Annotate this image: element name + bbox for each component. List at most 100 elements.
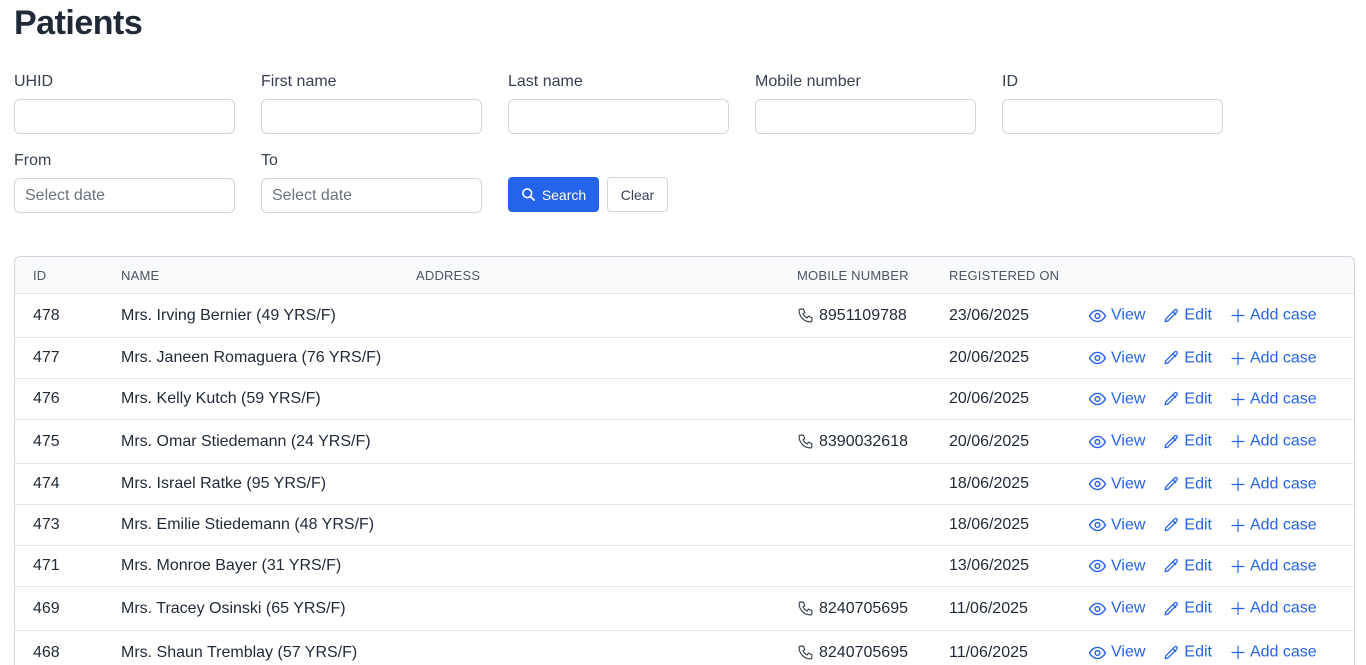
last-name-input[interactable] xyxy=(508,99,729,134)
search-button-label: Search xyxy=(541,186,587,203)
id-input[interactable] xyxy=(1002,99,1223,134)
view-label: View xyxy=(1111,390,1146,407)
row-actions: View Edit Add case xyxy=(1088,557,1317,576)
view-label: View xyxy=(1111,432,1146,450)
row-registered: 20/06/2025 xyxy=(949,432,1030,450)
edit-link[interactable]: Edit xyxy=(1163,600,1212,618)
from-date-input[interactable] xyxy=(14,178,235,213)
row-mobile: 8240705695 xyxy=(797,644,908,662)
add-case-link[interactable]: Add case xyxy=(1230,516,1317,534)
row-actions: View Edit Add case xyxy=(1088,390,1317,409)
add-case-link[interactable]: Add case xyxy=(1230,307,1317,325)
mobile-input[interactable] xyxy=(755,99,976,134)
edit-label: Edit xyxy=(1184,516,1212,533)
edit-link[interactable]: Edit xyxy=(1163,433,1212,451)
eye-icon xyxy=(1088,309,1107,322)
row-id: 476 xyxy=(33,390,60,407)
table-header: ID NAME ADDRESS MOBILE NUMBER REGISTERED… xyxy=(15,257,1354,294)
add-case-link[interactable]: Add case xyxy=(1230,349,1317,367)
edit-label: Edit xyxy=(1184,557,1212,574)
clear-button[interactable]: Clear xyxy=(607,177,668,212)
plus-icon xyxy=(1231,477,1245,491)
row-registered: 13/06/2025 xyxy=(949,557,1030,574)
row-id: 473 xyxy=(33,516,60,533)
row-name: Mrs. Irving Bernier (49 YRS/F) xyxy=(121,306,336,324)
row-registered: 18/06/2025 xyxy=(949,516,1030,533)
add-case-link[interactable]: Add case xyxy=(1230,390,1317,408)
view-link[interactable]: View xyxy=(1088,306,1145,325)
table-row: 473 Mrs. Emilie Stiedemann (48 YRS/F) 18… xyxy=(15,505,1354,546)
edit-link[interactable]: Edit xyxy=(1163,475,1212,493)
edit-link[interactable]: Edit xyxy=(1163,644,1212,662)
mobile-number: 8390032618 xyxy=(819,432,908,450)
row-name: Mrs. Monroe Bayer (31 YRS/F) xyxy=(121,557,342,574)
row-name: Mrs. Emilie Stiedemann (48 YRS/F) xyxy=(121,516,375,533)
row-name: Mrs. Omar Stiedemann (24 YRS/F) xyxy=(121,432,371,450)
pencil-icon xyxy=(1164,517,1179,532)
column-mobile: MOBILE NUMBER xyxy=(797,268,909,283)
edit-link[interactable]: Edit xyxy=(1163,390,1212,408)
row-name: Mrs. Shaun Tremblay (57 YRS/F) xyxy=(121,643,358,661)
clear-button-label: Clear xyxy=(620,186,655,203)
pencil-icon xyxy=(1164,434,1179,448)
add-case-link[interactable]: Add case xyxy=(1230,600,1317,618)
row-name: Mrs. Kelly Kutch (59 YRS/F) xyxy=(121,390,321,407)
patients-table: ID NAME ADDRESS MOBILE NUMBER REGISTERED… xyxy=(14,256,1355,665)
pencil-icon xyxy=(1164,558,1179,573)
row-actions: View Edit Add case xyxy=(1088,432,1317,451)
view-link[interactable]: View xyxy=(1088,390,1145,409)
plus-icon xyxy=(1231,645,1245,660)
view-label: View xyxy=(1111,349,1146,366)
view-link[interactable]: View xyxy=(1088,599,1145,618)
edit-link[interactable]: Edit xyxy=(1163,349,1212,367)
view-link[interactable]: View xyxy=(1088,643,1145,662)
view-link[interactable]: View xyxy=(1088,432,1145,451)
edit-link[interactable]: Edit xyxy=(1163,557,1212,575)
eye-icon xyxy=(1088,351,1107,365)
table-row: 474 Mrs. Israel Ratke (95 YRS/F) 18/06/2… xyxy=(15,464,1354,505)
pencil-icon xyxy=(1164,308,1179,322)
uhid-filter: UHID xyxy=(14,73,235,134)
view-link[interactable]: View xyxy=(1088,475,1145,494)
mobile-number: 8240705695 xyxy=(819,643,908,661)
from-label: From xyxy=(14,152,52,169)
column-address: ADDRESS xyxy=(416,268,481,283)
first-name-label: First name xyxy=(261,73,337,90)
add-case-label: Add case xyxy=(1249,349,1317,366)
view-link[interactable]: View xyxy=(1088,516,1145,535)
plus-icon xyxy=(1231,308,1245,323)
add-case-link[interactable]: Add case xyxy=(1230,433,1317,451)
to-date-input[interactable] xyxy=(261,178,482,213)
add-case-link[interactable]: Add case xyxy=(1230,475,1317,493)
plus-icon xyxy=(1231,518,1245,532)
row-id: 471 xyxy=(33,557,60,574)
row-actions: View Edit Add case xyxy=(1088,516,1317,535)
row-mobile: 8951109788 xyxy=(797,307,907,325)
row-id: 475 xyxy=(33,432,60,450)
edit-link[interactable]: Edit xyxy=(1163,307,1212,325)
first-name-input[interactable] xyxy=(261,99,482,134)
table-row: 477 Mrs. Janeen Romaguera (76 YRS/F) 20/… xyxy=(15,338,1354,379)
edit-link[interactable]: Edit xyxy=(1163,516,1212,534)
uhid-input[interactable] xyxy=(14,99,235,134)
view-label: View xyxy=(1111,599,1146,617)
table-row: 478 Mrs. Irving Bernier (49 YRS/F) 89511… xyxy=(15,294,1354,338)
search-button[interactable]: Search xyxy=(508,177,599,212)
view-label: View xyxy=(1111,306,1146,324)
row-id: 468 xyxy=(33,643,60,661)
phone-icon xyxy=(798,308,813,323)
plus-icon xyxy=(1231,601,1245,616)
uhid-label: UHID xyxy=(14,73,54,90)
view-link[interactable]: View xyxy=(1088,557,1145,576)
eye-icon xyxy=(1088,477,1107,491)
pencil-icon xyxy=(1164,350,1179,365)
row-actions: View Edit Add case xyxy=(1088,349,1317,368)
eye-icon xyxy=(1088,646,1107,659)
add-case-link[interactable]: Add case xyxy=(1230,644,1317,662)
row-registered: 20/06/2025 xyxy=(949,390,1030,407)
column-name: NAME xyxy=(121,268,160,283)
view-link[interactable]: View xyxy=(1088,349,1145,368)
row-actions: View Edit Add case xyxy=(1088,306,1317,325)
add-case-link[interactable]: Add case xyxy=(1230,557,1317,575)
row-name: Mrs. Israel Ratke (95 YRS/F) xyxy=(121,475,327,492)
